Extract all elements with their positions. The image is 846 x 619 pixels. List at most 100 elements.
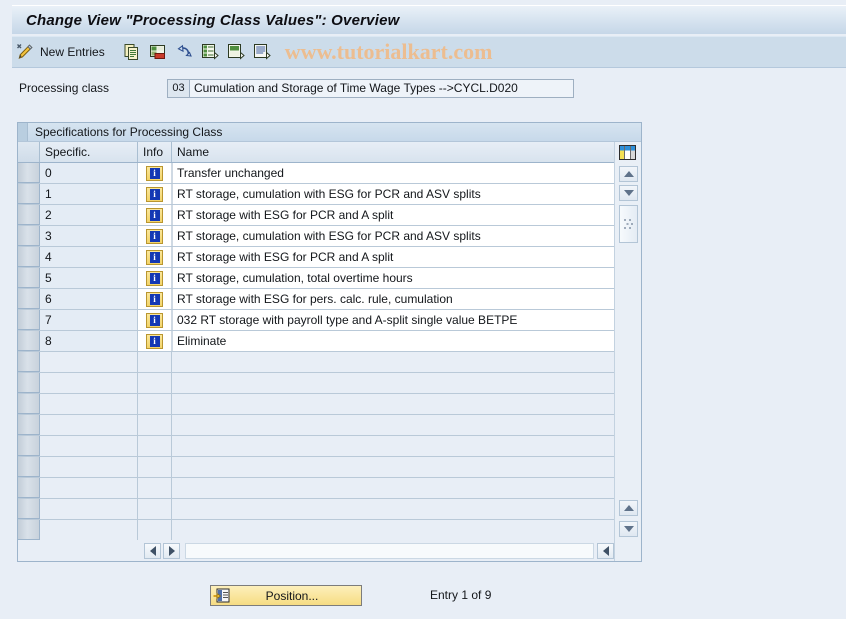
vscroll-thumb[interactable] (619, 205, 638, 243)
cell-specific[interactable]: 4 (40, 247, 138, 267)
cell-specific[interactable]: 3 (40, 226, 138, 246)
empty-cell[interactable] (18, 373, 40, 393)
info-icon[interactable]: i (146, 165, 163, 181)
vscroll-page-up-button[interactable] (619, 500, 638, 516)
empty-cell[interactable] (138, 520, 172, 540)
column-header-specific[interactable]: Specific. (40, 142, 138, 162)
empty-cell[interactable] (138, 436, 172, 456)
column-header-info[interactable]: Info (138, 142, 172, 162)
deselect-all-icon[interactable] (225, 41, 247, 63)
empty-cell[interactable] (138, 373, 172, 393)
delete-row-icon[interactable] (147, 41, 169, 63)
row-select-cell[interactable] (18, 184, 40, 204)
vscroll-down-button[interactable] (619, 185, 638, 201)
table-row[interactable]: 5 i RT storage, cumulation, total overtime… (18, 268, 614, 289)
cell-name[interactable]: 032 RT storage with payroll type and A-s… (172, 310, 614, 330)
empty-cell[interactable] (172, 352, 614, 372)
info-icon[interactable]: i (146, 333, 163, 349)
cell-specific[interactable]: 1 (40, 184, 138, 204)
empty-cell[interactable] (40, 394, 138, 414)
table-row[interactable]: 0 i Transfer unchanged (18, 163, 614, 184)
undo-icon[interactable] (173, 41, 195, 63)
info-icon[interactable]: i (146, 291, 163, 307)
empty-cell[interactable] (40, 373, 138, 393)
empty-cell[interactable] (172, 457, 614, 477)
empty-cell[interactable] (18, 436, 40, 456)
cell-specific[interactable]: 8 (40, 331, 138, 351)
empty-cell[interactable] (138, 394, 172, 414)
cell-name[interactable]: RT storage, cumulation with ESG for PCR … (172, 226, 614, 246)
table-row-empty[interactable] (18, 394, 614, 415)
hscroll-page-left-button[interactable] (597, 542, 614, 559)
info-icon[interactable]: i (146, 207, 163, 223)
row-select-cell[interactable] (18, 247, 40, 267)
table-row-empty[interactable] (18, 457, 614, 478)
table-row[interactable]: 3 i RT storage, cumulation with ESG for PC… (18, 226, 614, 247)
empty-cell[interactable] (138, 499, 172, 519)
cell-name[interactable]: RT storage with ESG for PCR and A split (172, 205, 614, 225)
horizontal-scrollbar[interactable] (18, 540, 641, 561)
select-all-icon[interactable] (199, 41, 221, 63)
table-row[interactable]: 1 i RT storage, cumulation with ESG for PC… (18, 184, 614, 205)
table-row-empty[interactable] (18, 415, 614, 436)
empty-cell[interactable] (40, 457, 138, 477)
table-row-empty[interactable] (18, 352, 614, 373)
cell-specific[interactable]: 5 (40, 268, 138, 288)
column-header-name[interactable]: Name (172, 142, 614, 162)
table-row-empty[interactable] (18, 499, 614, 520)
empty-cell[interactable] (172, 520, 614, 540)
vscroll-up-button[interactable] (619, 166, 638, 182)
table-row-empty[interactable] (18, 478, 614, 499)
row-select-cell[interactable] (18, 310, 40, 330)
table-row-empty[interactable] (18, 436, 614, 457)
row-select-cell[interactable] (18, 268, 40, 288)
hscroll-track[interactable] (185, 542, 594, 559)
table-row[interactable]: 4 i RT storage with ESG for PCR and A spli… (18, 247, 614, 268)
empty-cell[interactable] (138, 478, 172, 498)
table-row-empty[interactable] (18, 373, 614, 394)
cell-specific[interactable]: 6 (40, 289, 138, 309)
details-icon[interactable] (251, 41, 273, 63)
table-row[interactable]: 8 i Eliminate (18, 331, 614, 352)
table-row[interactable]: 7 i 032 RT storage with payroll type and A… (18, 310, 614, 331)
select-all-column-header[interactable] (18, 142, 40, 162)
empty-cell[interactable] (40, 499, 138, 519)
info-icon[interactable]: i (146, 270, 163, 286)
empty-cell[interactable] (40, 520, 138, 540)
empty-cell[interactable] (40, 415, 138, 435)
copy-icon[interactable] (121, 41, 143, 63)
info-icon[interactable]: i (146, 186, 163, 202)
cell-specific[interactable]: 2 (40, 205, 138, 225)
row-select-cell[interactable] (18, 205, 40, 225)
vertical-scrollbar[interactable] (614, 142, 641, 561)
hscroll-left-button[interactable] (144, 542, 161, 559)
empty-cell[interactable] (172, 436, 614, 456)
empty-cell[interactable] (40, 436, 138, 456)
cell-name[interactable]: RT storage with ESG for PCR and A split (172, 247, 614, 267)
row-select-cell[interactable] (18, 226, 40, 246)
empty-cell[interactable] (18, 352, 40, 372)
empty-cell[interactable] (138, 352, 172, 372)
empty-cell[interactable] (18, 499, 40, 519)
cell-name[interactable]: RT storage with ESG for pers. calc. rule… (172, 289, 614, 309)
empty-cell[interactable] (172, 373, 614, 393)
empty-cell[interactable] (172, 415, 614, 435)
empty-cell[interactable] (138, 415, 172, 435)
row-select-cell[interactable] (18, 289, 40, 309)
hscroll-right-button[interactable] (163, 542, 180, 559)
empty-cell[interactable] (172, 478, 614, 498)
empty-cell[interactable] (18, 415, 40, 435)
row-select-cell[interactable] (18, 163, 40, 183)
table-row[interactable]: 2 i RT storage with ESG for PCR and A spli… (18, 205, 614, 226)
cell-name[interactable]: Transfer unchanged (172, 163, 614, 183)
info-icon[interactable]: i (146, 249, 163, 265)
empty-cell[interactable] (18, 457, 40, 477)
cell-name[interactable]: RT storage, cumulation, total overtime h… (172, 268, 614, 288)
table-row-empty[interactable] (18, 520, 614, 541)
new-entries-button[interactable]: New Entries (12, 37, 111, 67)
empty-cell[interactable] (18, 520, 40, 540)
cell-specific[interactable]: 0 (40, 163, 138, 183)
cell-specific[interactable]: 7 (40, 310, 138, 330)
empty-cell[interactable] (18, 394, 40, 414)
position-button[interactable]: Position... (210, 585, 362, 606)
